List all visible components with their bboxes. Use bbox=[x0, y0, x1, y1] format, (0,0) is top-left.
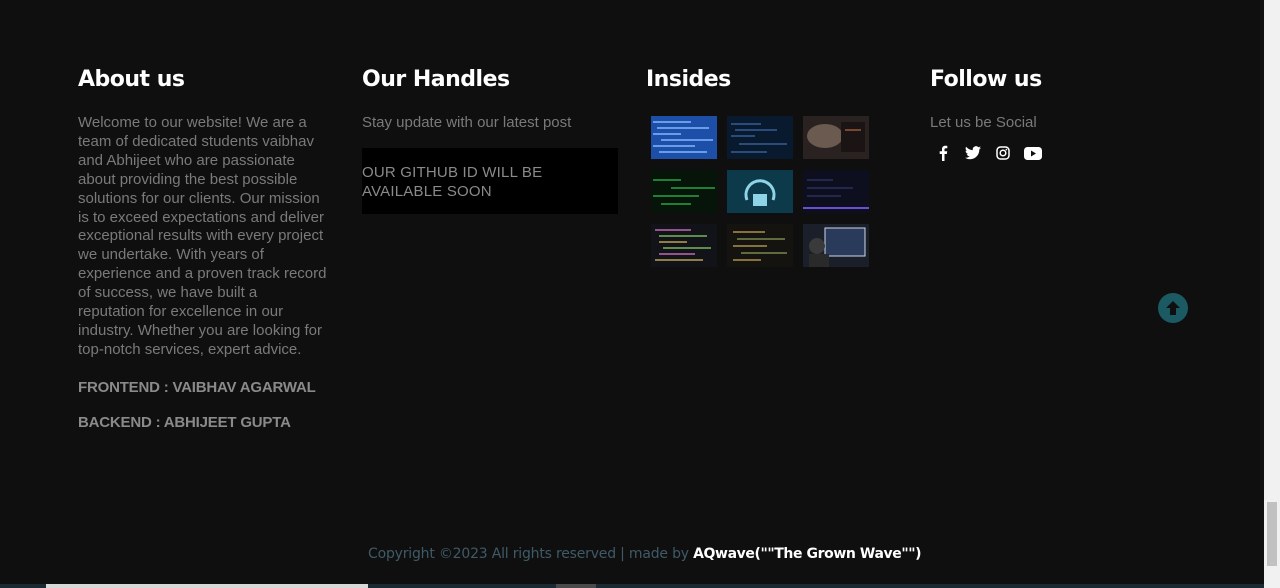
copyright-label: Copyright ©2023 All rights reserved | ma… bbox=[368, 546, 694, 562]
gallery-image-8[interactable] bbox=[727, 224, 793, 267]
gallery-image-9[interactable] bbox=[803, 224, 869, 267]
strip-segment bbox=[46, 584, 368, 588]
github-notice: OUR GITHUB ID WILL BE AVAILABLE SOON bbox=[362, 148, 618, 214]
scroll-to-top-button[interactable] bbox=[1158, 293, 1188, 323]
gallery-image-1[interactable] bbox=[651, 116, 717, 159]
facebook-icon[interactable] bbox=[934, 144, 952, 162]
gallery-image-4[interactable] bbox=[651, 170, 717, 213]
insides-title: Insides bbox=[646, 67, 731, 92]
handles-section: Our Handles Stay update with our latest … bbox=[362, 64, 620, 214]
strip-segment bbox=[556, 584, 596, 588]
follow-section: Follow us Let us be Social bbox=[930, 64, 1180, 162]
scrollbar-thumb[interactable] bbox=[1267, 502, 1277, 566]
bottom-strip bbox=[0, 584, 1264, 588]
about-section: About us Welcome to our website! We are … bbox=[78, 64, 328, 431]
gallery-image-5[interactable] bbox=[727, 170, 793, 213]
insides-section: Insides bbox=[646, 64, 896, 267]
about-title: About us bbox=[78, 67, 185, 92]
frontend-credit: FRONTEND : VAIBHAV AGARWAL bbox=[78, 378, 316, 396]
youtube-icon[interactable] bbox=[1024, 144, 1042, 162]
social-links bbox=[934, 144, 1180, 162]
gallery-image-6[interactable] bbox=[803, 170, 869, 213]
instagram-icon[interactable] bbox=[994, 144, 1012, 162]
handles-title: Our Handles bbox=[362, 67, 510, 92]
brand-link[interactable]: AQwave(""The Grown Wave"") bbox=[693, 546, 921, 562]
twitter-icon[interactable] bbox=[964, 144, 982, 162]
about-text: Welcome to our website! We are a team of… bbox=[78, 114, 327, 358]
backend-credit: BACKEND : ABHIJEET GUPTA bbox=[78, 413, 291, 431]
follow-subtitle: Let us be Social bbox=[930, 114, 1037, 131]
site-footer: About us Welcome to our website! We are … bbox=[0, 0, 1264, 588]
vertical-scrollbar[interactable] bbox=[1264, 0, 1280, 588]
copyright-text: Copyright ©2023 All rights reserved | ma… bbox=[368, 546, 922, 562]
handles-subtitle: Stay update with our latest post bbox=[362, 114, 572, 131]
arrow-up-icon bbox=[1166, 301, 1180, 315]
gallery-image-2[interactable] bbox=[727, 116, 793, 159]
gallery-image-7[interactable] bbox=[651, 224, 717, 267]
follow-title: Follow us bbox=[930, 67, 1042, 92]
insides-gallery bbox=[651, 116, 896, 267]
gallery-image-3[interactable] bbox=[803, 116, 869, 159]
